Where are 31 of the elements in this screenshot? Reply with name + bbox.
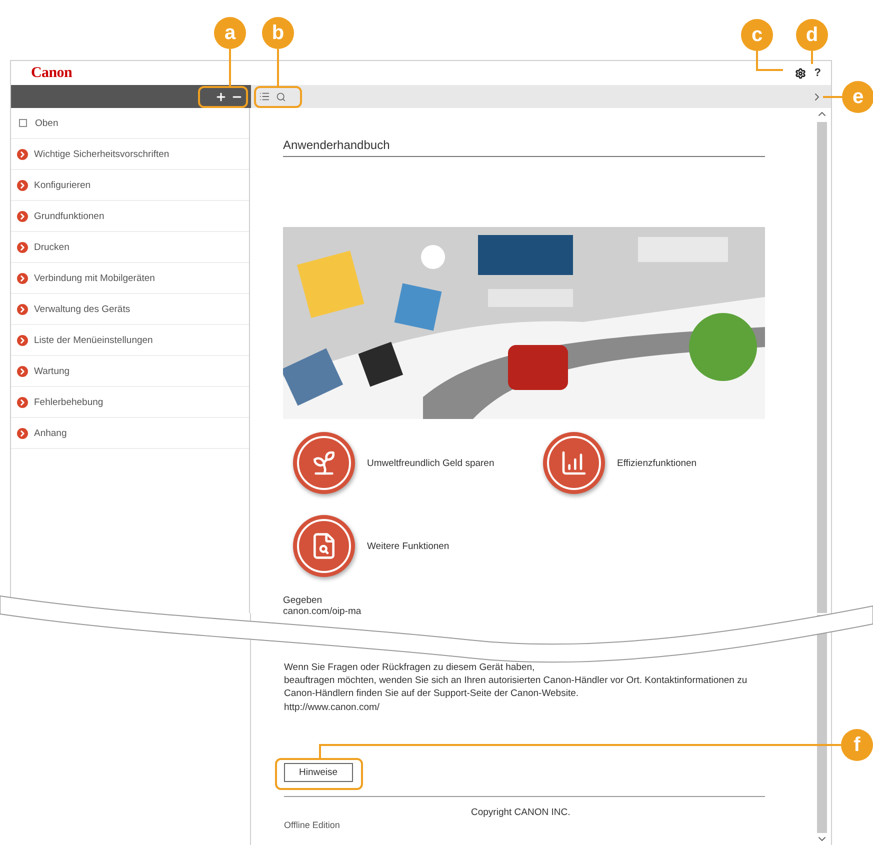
body-text: beauftragen möchten, wenden Sie sich an Ihren autorisierten Canon-Händler vor Ort. Kontaktinformationen zu Canon-Händlern finden Sie auf der Support-Seite der Canon-Website.	[284, 674, 748, 700]
sidebar-item[interactable]: Verwaltung des Geräts	[11, 294, 249, 325]
page-title: Anwenderhandbuch	[283, 138, 765, 157]
body-text: Gegeben	[283, 595, 324, 606]
callout-badge: a	[214, 17, 246, 49]
body-text: Wenn Sie Fragen oder Rückfragen zu diesem Gerät haben,	[284, 661, 536, 674]
callout-badge: b	[262, 17, 294, 49]
logo: Canon	[31, 64, 72, 82]
sidebar-item[interactable]: Drucken	[11, 232, 249, 263]
feature-link[interactable]: Effizienzfunktionen	[617, 458, 697, 468]
sidebar-item[interactable]: Konfigurieren	[11, 170, 249, 201]
callout-badge: f	[841, 729, 873, 761]
callout-badge: c	[741, 19, 773, 51]
feature-link[interactable]: Weitere Funktionen	[367, 540, 450, 552]
body-text: canon.com/oip-ma	[283, 606, 362, 617]
sidebar-item[interactable]: Wartung	[11, 356, 249, 387]
sidebar-item[interactable]: Verbindung mit Mobilgeräten	[11, 263, 249, 294]
sidebar-item[interactable]: Oben	[11, 108, 249, 139]
sidebar-item[interactable]: Grundfunktionen	[11, 201, 249, 232]
sidebar-item[interactable]: Anhang	[11, 418, 249, 449]
website-link[interactable]: http://www.canon.com/	[284, 702, 380, 713]
sidebar-item[interactable]: Fehlerbehebung	[11, 387, 249, 418]
feature-link[interactable]: Umweltfreundlich Geld sparen	[367, 458, 494, 468]
sidebar-item[interactable]: Wichtige Sicherheitsvorschriften	[11, 139, 249, 170]
callout-badge: d	[796, 19, 828, 51]
copyright-text: Copyright CANON INC.	[471, 807, 572, 818]
help-icon[interactable]: ?	[814, 67, 821, 79]
edition-text: Offline Edition	[284, 820, 341, 830]
notes-button[interactable]: Hinweise	[284, 763, 353, 782]
callout-badge: e	[842, 81, 873, 113]
sidebar-item[interactable]: Liste der Menüeinstellungen	[11, 325, 249, 356]
